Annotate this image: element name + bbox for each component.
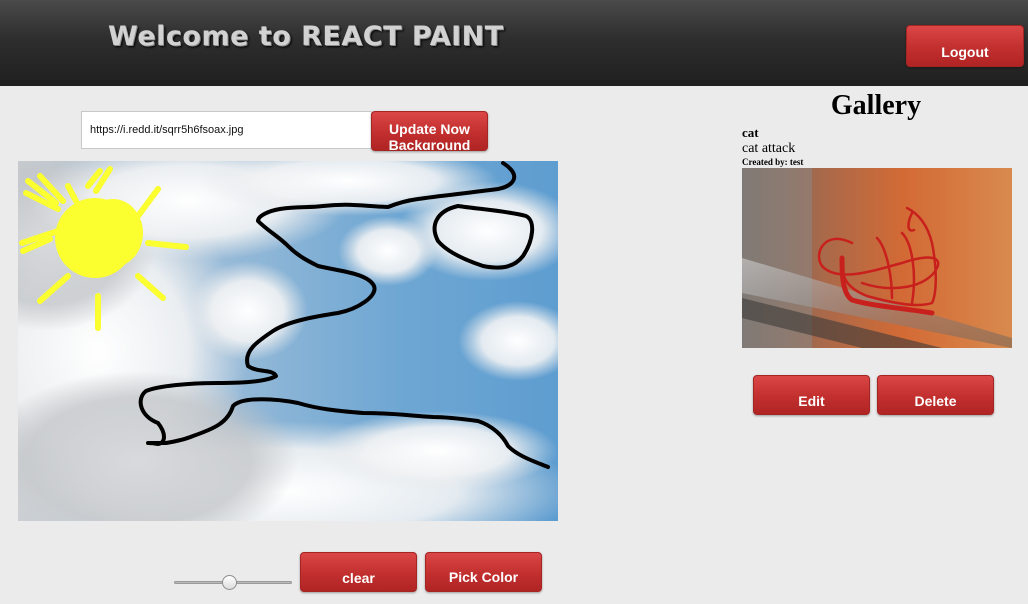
slider-thumb[interactable] bbox=[222, 575, 237, 590]
gallery-title: Gallery bbox=[830, 90, 922, 121]
gallery-item-creator: Created by: test bbox=[742, 157, 803, 167]
app-title: Welcome to REACT PAINT bbox=[108, 21, 504, 52]
gallery-item-name: cat bbox=[742, 125, 759, 140]
gallery-item-image[interactable] bbox=[742, 168, 1012, 348]
logout-button[interactable]: Logout bbox=[906, 25, 1024, 67]
canvas-drawing[interactable] bbox=[18, 161, 558, 521]
created-by-label: Created by: bbox=[742, 157, 788, 167]
update-background-button[interactable]: Update Now Background bbox=[371, 111, 488, 151]
delete-button[interactable]: Delete bbox=[877, 375, 994, 415]
background-url-input[interactable] bbox=[81, 111, 372, 149]
edit-button[interactable]: Edit bbox=[753, 375, 870, 415]
pick-color-button[interactable]: Pick Color bbox=[425, 552, 542, 592]
gallery-item-description: cat attack bbox=[742, 141, 796, 156]
gallery-thumbnail-drawing bbox=[742, 168, 1012, 348]
drawing-canvas[interactable] bbox=[18, 161, 558, 521]
created-by-value: test bbox=[789, 157, 804, 167]
brush-size-slider[interactable] bbox=[174, 575, 292, 590]
app-header: Welcome to REACT PAINT Logout bbox=[0, 0, 1028, 86]
clear-button[interactable]: clear bbox=[300, 552, 417, 592]
